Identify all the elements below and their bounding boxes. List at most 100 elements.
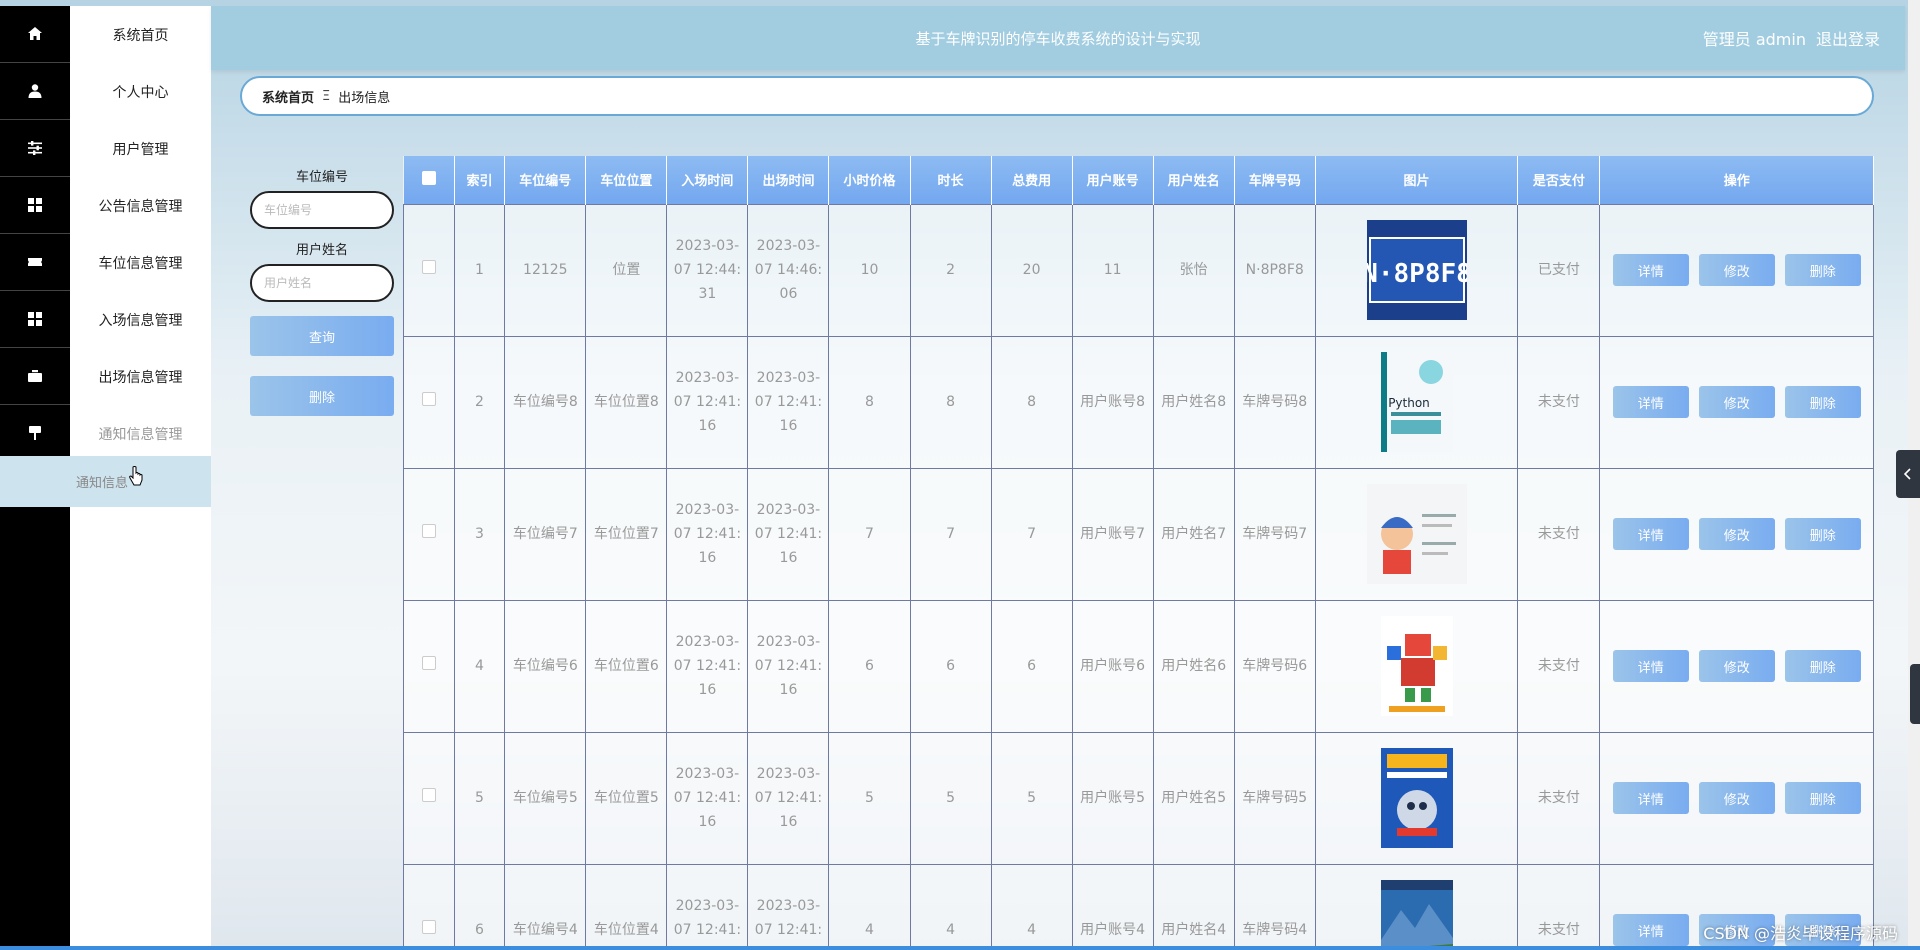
edit-button[interactable]: 修改 [1698,386,1775,418]
column-header: 用户账号 [1072,156,1154,204]
rail-item[interactable] [0,177,70,234]
exit-records-table: 索引 车位编号 车位位置 入场时间 出场时间 小时价格 时长 总费用 用户账号 用户姓名 车牌号码图… [403,156,1874,950]
table-row[interactable]: 6车位编号4车位位置42023-03-07 12:41:162023-03-07… [403,863,1874,950]
detail-button[interactable]: 详情 [1612,254,1689,286]
cell-entry: 2023-03-07 12:41:16 [666,467,749,601]
detail-button[interactable]: 详情 [1612,914,1689,946]
watermark: CSDN @浩炎毕设程序源码 [1703,924,1898,943]
rail-item[interactable] [0,405,70,462]
cell-space-no: 12125 [504,203,587,337]
side-widget-tab[interactable] [1910,664,1920,724]
row-select-cell[interactable] [403,863,455,950]
cell-account: 11 [1071,203,1154,337]
collapse-panel-tab[interactable] [1896,450,1920,498]
user-name-label: 用户姓名 [295,243,348,258]
cell-entry: 2023-03-07 12:41:16 [666,863,749,950]
rail-item[interactable] [0,348,70,405]
rail-item[interactable] [0,291,70,348]
cell-total: 5 [990,731,1073,865]
rail-item[interactable] [0,63,70,120]
rail-item[interactable] [0,6,70,63]
row-checkbox[interactable] [421,920,436,934]
submenu-item-notice[interactable]: 通知信息 [0,456,211,507]
menu-item[interactable]: 系统首页 [70,6,211,63]
cell-hourly: 4 [828,863,911,950]
delete-button[interactable]: 删除 [1784,650,1861,682]
cell-exit: 2023-03-07 12:41:16 [747,863,830,950]
rail-item[interactable] [0,120,70,177]
table-row[interactable]: 2 车位编号8 车位位置8 2023-03-07 12:41:16 2023-03-07… [403,335,1874,469]
plate-image: N·8P8F8 [1366,220,1467,320]
delete-button[interactable]: 删除 [1784,386,1861,418]
edit-button[interactable]: 修改 [1698,650,1775,682]
cell-exit: 2023-03-07 12:41:16 [747,599,830,733]
cell-duration: 2 [909,203,992,337]
row-select-cell[interactable] [403,599,455,733]
breadcrumb-home-link[interactable]: 系统首页 [262,87,314,106]
delete-button[interactable]: 删除 [1784,518,1861,550]
edit-button[interactable]: 修改 [1698,782,1775,814]
delete-button[interactable]: 删除 [1784,254,1861,286]
user-name-input[interactable] [250,264,394,302]
cell-paid: 未支付 [1517,863,1601,950]
table-row[interactable]: 1 12125 位置 2023-03-07 12:44:31 2023-03-07 14… [403,203,1874,337]
row-select-cell[interactable] [403,467,455,601]
menu-item[interactable]: 用户管理 [70,120,211,177]
cell-actions: 详情 修改 删除 [1599,467,1874,601]
space-no-label: 车位编号 [295,170,348,185]
cell-entry: 2023-03-07 12:44:31 [666,203,749,337]
detail-button[interactable]: 详情 [1612,650,1689,682]
row-checkbox[interactable] [421,392,436,406]
edit-button[interactable]: 修改 [1698,254,1775,286]
table-header-row: 索引 车位编号 车位位置 入场时间 出场时间 小时价格 时长 总费用 用户账号 用户姓名 车牌号码图… [403,156,1874,204]
menu-item[interactable]: 通知信息管理 [70,405,211,462]
book-cover-image [1380,748,1453,848]
select-all-cell[interactable] [403,156,455,204]
cell-exit: 2023-03-07 12:41:16 [747,467,830,601]
cell-paid: 未支付 [1517,599,1601,733]
chevron-left-icon [1904,468,1911,480]
cell-image [1314,731,1519,865]
cell-total: 4 [990,863,1073,950]
cell-location: 车位位置5 [585,731,668,865]
menu-item[interactable]: 个人中心 [70,63,211,120]
cell-hourly: 5 [828,731,911,865]
home-icon [28,27,42,40]
cell-account: 用户账号6 [1071,599,1154,733]
cell-duration: 5 [909,731,992,865]
column-header: 小时价格 [828,156,911,204]
row-checkbox[interactable] [421,656,436,670]
row-checkbox[interactable] [421,260,436,274]
search-button[interactable]: 查询 [250,316,394,356]
select-all-checkbox[interactable] [421,170,436,185]
space-no-input[interactable] [250,191,394,229]
detail-button[interactable]: 详情 [1612,782,1689,814]
cell-hourly: 10 [828,203,911,337]
row-select-cell[interactable] [403,335,455,469]
menu-item[interactable]: 车位信息管理 [70,234,211,291]
admin-label: 管理员 admin [1702,30,1806,49]
cell-account: 用户账号8 [1071,335,1154,469]
logout-link[interactable]: 退出登录 [1816,26,1880,50]
cell-actions: 详情 修改 删除 [1599,335,1874,469]
row-checkbox[interactable] [421,788,436,802]
menu-item[interactable]: 出场信息管理 [70,348,211,405]
menu-item[interactable]: 公告信息管理 [70,177,211,234]
row-select-cell[interactable] [403,731,455,865]
cell-image: N·8P8F8 [1314,203,1519,337]
row-checkbox[interactable] [421,524,436,538]
detail-button[interactable]: 详情 [1612,386,1689,418]
table-row[interactable]: 5 车位编号5 车位位置5 2023-03-07 12:41:16 2023-03-07… [403,731,1874,865]
table-row[interactable]: 4 车位编号6 车位位置6 2023-03-07 12:41:16 2023-03-07… [403,599,1874,733]
cell-duration: 4 [909,863,992,950]
cell-actions: 详情 修改 删除 [1599,731,1874,865]
menu-item[interactable]: 入场信息管理 [70,291,211,348]
rail-item[interactable] [0,234,70,291]
exit-records-table-container[interactable]: 索引 车位编号 车位位置 入场时间 出场时间 小时价格 时长 总费用 用户账号 用户姓名 车牌号码图… [403,156,1874,950]
delete-button[interactable]: 删除 [1784,782,1861,814]
row-select-cell[interactable] [403,203,455,337]
detail-button[interactable]: 详情 [1612,518,1689,550]
table-row[interactable]: 3 车位编号7 车位位置7 2023-03-07 12:41:16 2023-03-07… [403,467,1874,601]
edit-button[interactable]: 修改 [1698,518,1775,550]
batch-delete-button[interactable]: 删除 [250,376,394,416]
